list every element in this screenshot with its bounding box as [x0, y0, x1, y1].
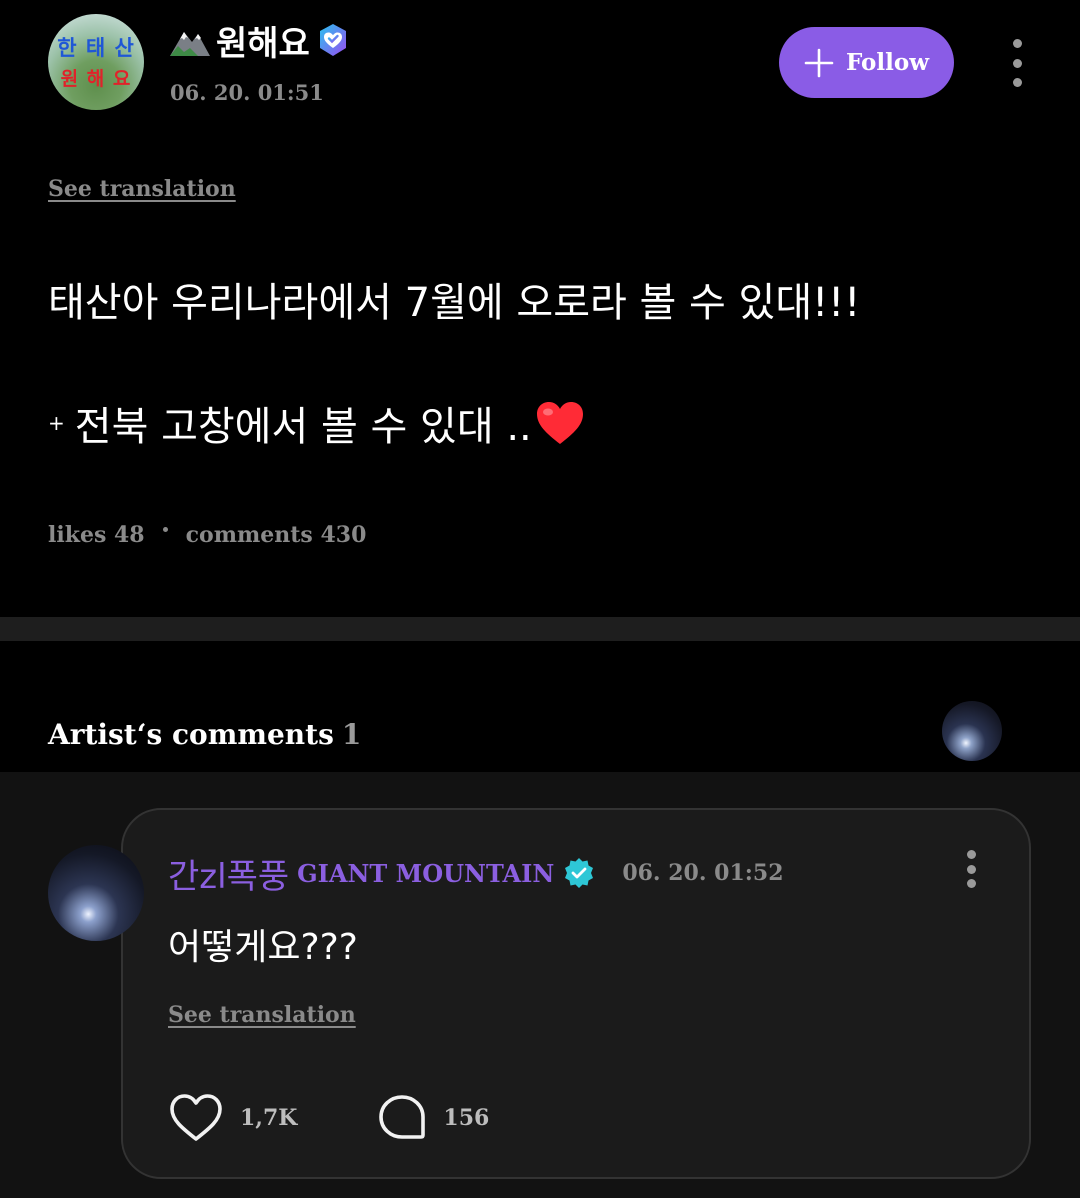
post-body-line-2: + 전북 고창에서 볼 수 있대 .. [48, 394, 586, 452]
separator-dot [162, 526, 168, 532]
mountain-icon [170, 32, 210, 56]
artist-mini-avatar[interactable] [942, 701, 1002, 761]
verified-heart-badge-icon [319, 24, 346, 56]
like-count: 1,7K [240, 1105, 298, 1131]
reply-count: 156 [443, 1105, 490, 1131]
comment-bubble-icon [379, 1095, 426, 1139]
author-name: 원해요 [216, 23, 310, 64]
artist-comments-title: Artist‘s comments [48, 718, 334, 751]
reply-button[interactable]: 156 [377, 1093, 489, 1143]
comment-see-translation-link[interactable]: See translation [168, 1002, 356, 1028]
comment-timestamp: 06. 20. 01:52 [622, 860, 784, 886]
commenter-avatar[interactable] [48, 845, 144, 941]
commenter-group: GIANT MOUNTAIN [297, 858, 555, 888]
see-translation-link[interactable]: See translation [48, 176, 236, 202]
comments-count[interactable]: comments 430 [186, 522, 367, 548]
post-body-line-1: 태산아 우리나라에서 7월에 오로라 볼 수 있대!!! [48, 280, 861, 326]
avatar-text-bottom: 원 해 요 [60, 68, 132, 90]
author-avatar[interactable]: 한 태 산 원 해 요 [48, 14, 144, 110]
commenter-header: 간zl폭풍 GIANT MOUNTAIN 06. 20. 01:52 [168, 849, 784, 898]
artist-comments-header: Artist‘s comments 1 [48, 718, 361, 751]
like-button[interactable]: 1,7K [168, 1092, 297, 1144]
dot [966, 879, 976, 888]
post-timestamp: 06. 20. 01:51 [170, 80, 324, 105]
author-name-row[interactable]: 원해요 [168, 18, 350, 64]
follow-label: Follow [845, 49, 930, 76]
follow-button[interactable]: Follow [779, 27, 954, 98]
post-stats: likes 48 comments 430 [48, 522, 366, 548]
commenter-name[interactable]: 간zl폭풍 [168, 849, 289, 898]
dot [1012, 58, 1022, 68]
dot [1012, 78, 1022, 87]
comment-actions: 1,7K 156 [168, 1090, 489, 1146]
dot [966, 850, 976, 859]
artist-comments-count: 1 [341, 718, 362, 751]
verified-check-icon [565, 858, 594, 888]
red-heart-emoji [536, 402, 583, 444]
post-body-text: 전북 고창에서 볼 수 있대 .. [74, 404, 532, 450]
dot [1012, 39, 1022, 48]
dot [966, 864, 976, 874]
likes-count[interactable]: likes 48 [48, 522, 145, 548]
plus-icon [804, 48, 834, 77]
comment-text: 어떻게요??? [168, 927, 358, 968]
section-divider [0, 617, 1080, 641]
heart-outline-icon [170, 1094, 222, 1141]
post-more-options-icon[interactable] [1008, 39, 1026, 87]
avatar-text-top: 한 태 산 [57, 36, 135, 60]
post-body-prefix: + [48, 411, 65, 435]
comment-more-options-icon[interactable] [965, 850, 977, 888]
